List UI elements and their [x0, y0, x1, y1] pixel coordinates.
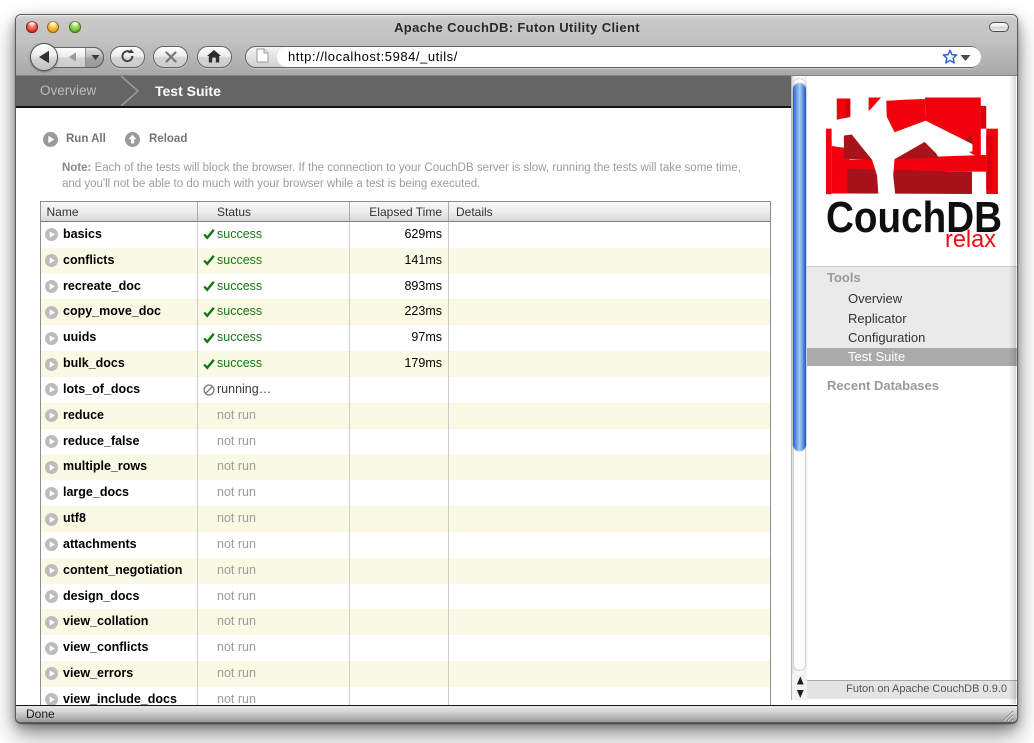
svg-text:relax: relax [945, 227, 996, 251]
